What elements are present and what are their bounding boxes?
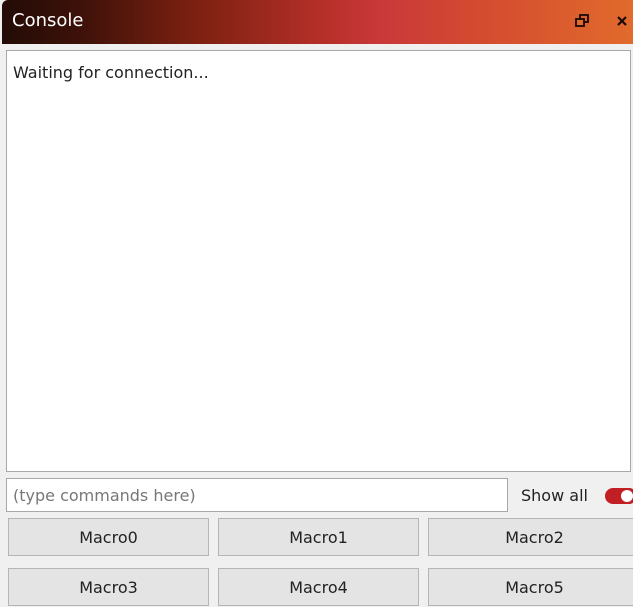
macro5-button[interactable]: Macro5: [428, 568, 633, 606]
command-row: Show all: [0, 478, 633, 512]
close-icon[interactable]: [611, 10, 633, 32]
console-titlebar[interactable]: Console: [2, 0, 633, 44]
show-all-toggle[interactable]: [605, 488, 633, 504]
macro-grid: Macro0 Macro1 Macro2 Macro3 Macro4 Macro…: [8, 518, 633, 606]
show-all-label: Show all: [521, 485, 588, 505]
window-title: Console: [12, 10, 84, 31]
console-output[interactable]: Waiting for connection...: [6, 50, 631, 472]
float-restore-icon[interactable]: [571, 10, 593, 32]
macro1-button[interactable]: Macro1: [218, 518, 419, 556]
macro2-button[interactable]: Macro2: [428, 518, 633, 556]
macro0-button[interactable]: Macro0: [8, 518, 209, 556]
console-panel: Console Waiting for connection... Show a…: [0, 0, 633, 607]
macro4-button[interactable]: Macro4: [218, 568, 419, 606]
output-line: Waiting for connection...: [13, 63, 209, 82]
titlebar-icons: [571, 10, 633, 32]
toggle-knob: [621, 490, 633, 502]
macro3-button[interactable]: Macro3: [8, 568, 209, 606]
command-input[interactable]: [6, 478, 508, 512]
